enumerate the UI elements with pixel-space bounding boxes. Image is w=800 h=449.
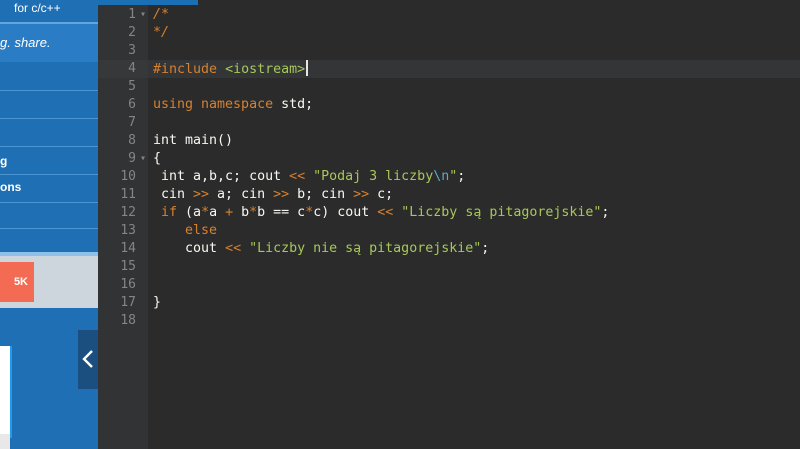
line-number: 3 [128,43,136,58]
keyword-token: using namespace [153,97,274,112]
preprocessor-token: #include [153,62,218,77]
operator-token: << [225,241,242,256]
sidebar-tagline: g. share. [0,24,98,62]
code-token: cout [153,241,226,256]
line-number: 5 [128,79,136,94]
string-token: "Liczby nie są pitagorejskie" [241,241,482,256]
sidebar-promo-panel: 5K [0,256,98,308]
line-number: 6 [128,97,136,112]
code-token: c) cout [313,205,378,220]
code-line: using namespace std; [153,96,313,114]
code-token: b; cin [289,187,354,202]
line-number: 1 [128,7,136,22]
sidebar-item-label[interactable]: g [0,154,7,168]
code-token: cin [153,187,194,202]
sidebar-header[interactable]: for c/c++ [0,0,98,24]
code-token: int a,b,c; cout [153,169,290,184]
line-number: 4 [128,61,136,76]
code-editor[interactable]: 1 2 3 4 5 6 7 8 9 10 11 12 13 14 15 16 1… [98,0,800,449]
code-line: */ [153,24,169,42]
editor-tab-bar [98,0,800,5]
code-token: (a [177,205,202,220]
string-token: "Podaj 3 liczby [305,169,434,184]
sidebar-menu: g ons [0,62,98,252]
collapse-sidebar-button[interactable] [78,330,98,389]
code-token: std; [273,97,314,112]
keyword-token: else [153,223,218,238]
comment-token: */ [153,25,170,40]
operator-token: * [305,205,314,220]
operator-token: >> [353,187,370,202]
comment-token: /* [153,7,170,22]
operator-token: * [201,205,210,220]
line-number: 11 [120,187,136,202]
code-line: { [153,150,161,168]
code-token: } [153,295,162,310]
code-line: else [153,222,217,240]
line-number: 17 [120,295,136,310]
line-number: 12 [120,205,136,220]
sidebar-divider [0,146,98,147]
fold-toggle-icon[interactable]: ▾ [140,6,146,24]
line-number: 14 [120,241,136,256]
include-path-token: <iostream> [225,62,306,77]
code-line: int main() [153,132,233,150]
sidebar-item-label[interactable]: ons [0,180,21,194]
operator-token: + [225,205,234,220]
code-line: /* [153,6,169,24]
line-number: 18 [120,313,136,328]
code-token: int main() [153,133,234,148]
code-line: #include <iostream> [153,60,309,79]
operator-token: >> [193,187,210,202]
code-token: c; [369,187,394,202]
line-number: 9 [128,151,136,166]
code-line: } [153,294,161,312]
line-number: 2 [128,25,136,40]
sidebar-divider [0,228,98,229]
line-number: 8 [128,133,136,148]
operator-token: * [249,205,258,220]
sidebar-divider [0,202,98,203]
operator-token: >> [273,187,290,202]
escape-token: \n [433,169,450,184]
line-number: 7 [128,115,136,130]
line-number: 13 [120,223,136,238]
keyword-token: if [153,205,178,220]
line-number: 16 [120,277,136,292]
fold-toggle-icon[interactable]: ▾ [140,150,146,168]
code-token: b == c [257,205,306,220]
code-line: cin >> a; cin >> b; cin >> c; [153,186,393,204]
count-badge-text: 5K [13,276,28,288]
sidebar-divider [0,174,98,175]
code-line: int a,b,c; cout << "Podaj 3 liczby\n"; [153,168,465,186]
code-token: ; [601,205,610,220]
text-caret [306,60,309,76]
code-token: a [209,205,226,220]
line-number: 10 [120,169,136,184]
line-number: 15 [120,259,136,274]
code-token: a; cin [209,187,274,202]
code-line: if (a*a + b*b == c*c) cout << "Liczby są… [153,204,609,222]
operator-token: << [289,169,306,184]
operator-token: << [377,205,394,220]
code-token: ; [481,241,490,256]
string-token: "Liczby są pitagorejskie" [393,205,602,220]
code-token: { [153,151,162,166]
sidebar-widget-bottom [0,434,10,449]
count-badge[interactable]: 5K [0,262,34,302]
sidebar-tagline-text: g. share. [0,35,51,50]
sidebar-divider [0,118,98,119]
code-token: ; [457,169,466,184]
sidebar-header-text: for c/c++ [14,1,61,15]
sidebar-widget-edge [10,346,12,438]
sidebar-divider [0,90,98,91]
chevron-left-icon [82,350,93,368]
code-line: cout << "Liczby nie są pitagorejskie"; [153,240,489,258]
code-token: b [233,205,250,220]
